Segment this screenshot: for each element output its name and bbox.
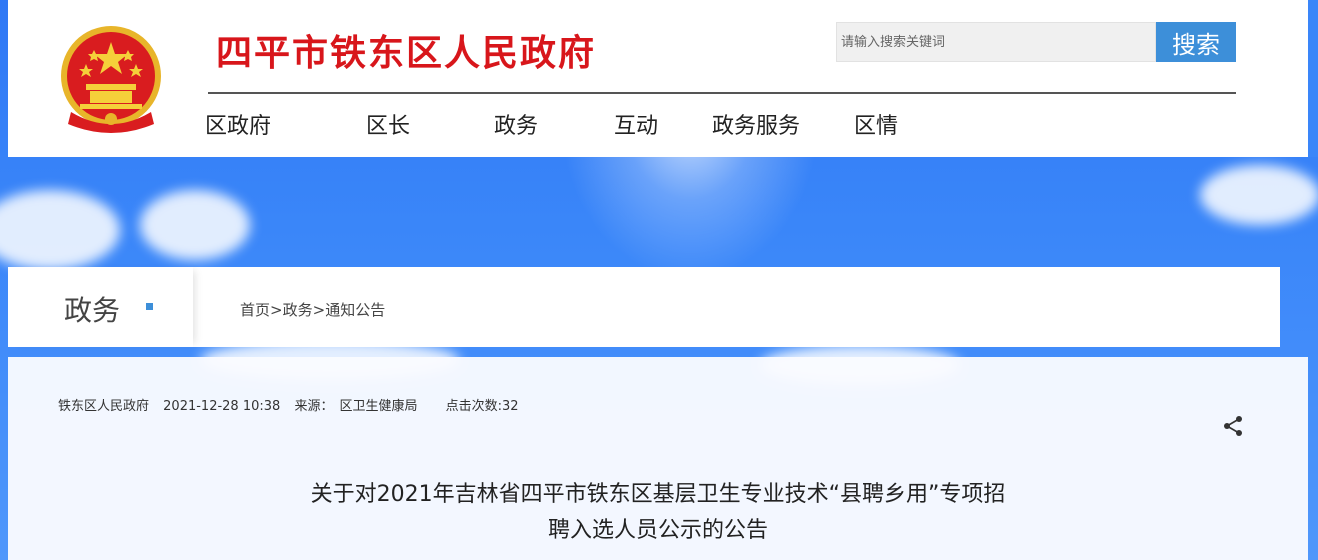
- site-header: 四平市铁东区人民政府 搜索 区政府 区长 政务 互动 政务服务 区情: [8, 0, 1308, 157]
- article-datetime: 2021-12-28 10:38: [163, 399, 281, 414]
- cloud-left: [0, 190, 120, 270]
- breadcrumb: 首页>政务>通知公告: [240, 299, 385, 320]
- article-clicks: 点击次数:32: [445, 399, 519, 414]
- search-button[interactable]: 搜索: [1156, 22, 1236, 62]
- nav-item-government-affairs[interactable]: 政务: [456, 108, 576, 140]
- national-emblem-icon: [61, 26, 161, 133]
- breadcrumb-government-affairs[interactable]: 政务: [283, 301, 313, 319]
- breadcrumb-separator: >: [270, 301, 283, 319]
- breadcrumb-home[interactable]: 首页: [240, 301, 270, 319]
- article-source-value: 区卫生健康局: [339, 399, 418, 414]
- article-meta: 铁东区人民政府 2021-12-28 10:38 来源： 区卫生健康局 点击次数:…: [58, 395, 529, 414]
- nav-item-interaction[interactable]: 互动: [576, 108, 696, 140]
- breadcrumb-separator: >: [312, 301, 326, 319]
- nav-item-district-government[interactable]: 区政府: [178, 108, 298, 140]
- section-heading-box: 政务: [8, 267, 193, 347]
- site-title: 四平市铁东区人民政府: [216, 33, 597, 74]
- article-title-line: 关于对2021年吉林省四平市铁东区基层卫生专业技术“县聘乡用”专项招: [310, 482, 1006, 507]
- search-field[interactable]: [836, 22, 1156, 62]
- breadcrumb-bar: 政务 首页>政务>通知公告: [8, 267, 1280, 347]
- search-input[interactable]: [837, 23, 1155, 61]
- breadcrumb-notices[interactable]: 通知公告: [325, 301, 385, 319]
- article-content: 铁东区人民政府 2021-12-28 10:38 来源： 区卫生健康局 点击次数:…: [8, 357, 1308, 560]
- nav-item-district-info[interactable]: 区情: [816, 108, 936, 140]
- nav-divider: [208, 92, 1236, 94]
- section-marker: [146, 303, 153, 310]
- cloud-mid-left: [140, 190, 250, 260]
- article-title-line: 聘入选人员公示的公告: [547, 518, 768, 543]
- article-title: 关于对2021年吉林省四平市铁东区基层卫生专业技术“县聘乡用”专项招 聘入选人员…: [258, 477, 1058, 549]
- section-title: 政务: [64, 294, 121, 327]
- cloud-right: [1200, 165, 1318, 225]
- nav-item-government-services[interactable]: 政务服务: [696, 108, 816, 140]
- nav-item-district-head[interactable]: 区长: [328, 108, 448, 140]
- article-source-label: 来源：: [294, 399, 334, 414]
- share-icon[interactable]: [1222, 415, 1244, 437]
- article-source: 来源： 区卫生健康局: [294, 399, 417, 414]
- header-right-edge: [1308, 0, 1318, 157]
- article-publisher: 铁东区人民政府: [58, 399, 150, 414]
